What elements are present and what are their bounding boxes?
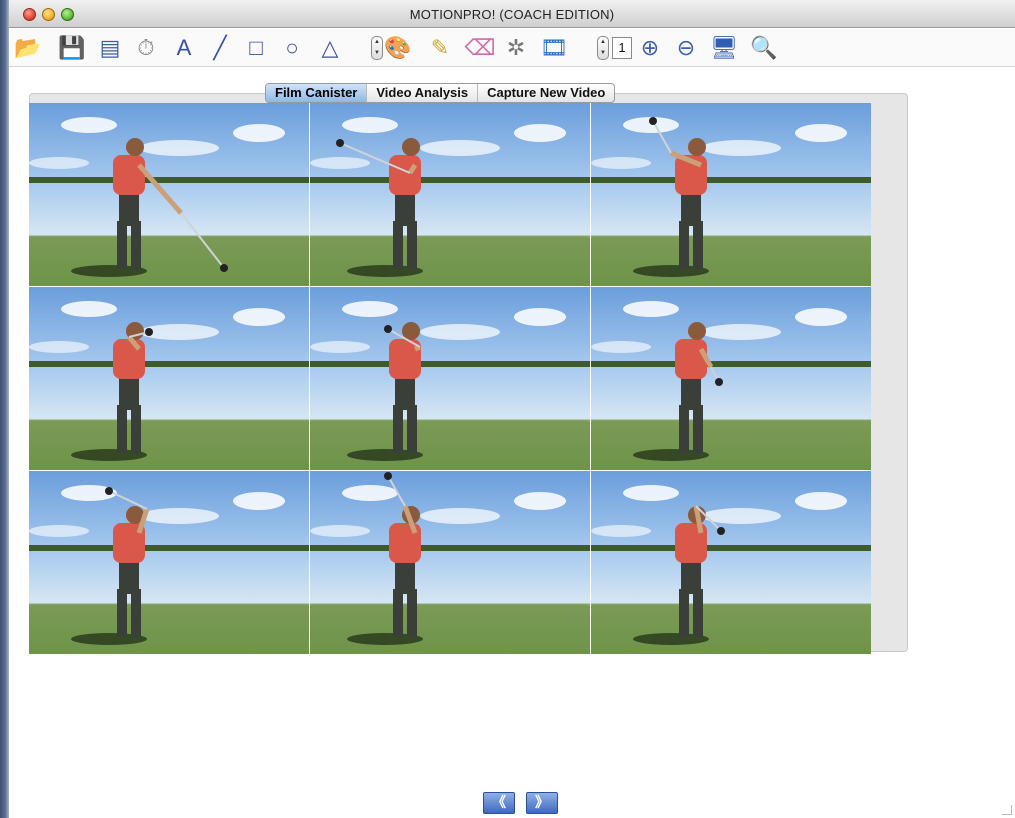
frame-stepper[interactable]: ▲ ▼ xyxy=(597,36,609,60)
window-title: MOTIONPRO! (COACH EDITION) xyxy=(409,7,615,22)
frame-number-field[interactable]: 1 xyxy=(612,37,632,59)
text-tool-icon[interactable]: A xyxy=(169,33,199,63)
view-tabs: Film Canister Video Analysis Capture New V… xyxy=(265,83,616,103)
golfer-finish-image xyxy=(591,485,871,645)
stopwatch-icon[interactable]: ⏱ xyxy=(131,33,161,63)
app-window: MOTIONPRO! (COACH EDITION) ▲ ▼ ▲ ▼ 1 📂 💾 ▤ ⏱ A… xyxy=(0,0,1015,818)
filmstrip-icon[interactable]: 🎞 xyxy=(539,33,569,63)
reel-icon[interactable]: ✲ xyxy=(501,33,531,63)
resize-grip[interactable] xyxy=(1002,805,1012,815)
shape-stepper[interactable]: ▲ ▼ xyxy=(371,36,383,60)
frame-thumbnail-3[interactable] xyxy=(591,103,871,286)
open-folder-icon[interactable]: 📂 xyxy=(13,33,43,63)
save-icon[interactable]: 💾 xyxy=(57,33,87,63)
frame-thumbnail-9[interactable] xyxy=(591,471,871,654)
frame-thumbnail-2[interactable] xyxy=(310,103,590,286)
filmstrip-panel-icon[interactable]: ▤ xyxy=(95,33,125,63)
rectangle-tool-icon[interactable]: □ xyxy=(241,33,271,63)
frame-thumbnail-7[interactable] xyxy=(29,471,309,654)
angle-tool-icon[interactable]: △ xyxy=(315,33,345,63)
zoom-in-icon[interactable]: ⊕ xyxy=(635,33,665,63)
golfer-address-image xyxy=(29,117,309,277)
tab-video-analysis[interactable]: Video Analysis xyxy=(367,84,479,102)
frame-thumbnail-6[interactable] xyxy=(591,287,871,470)
eraser-icon[interactable]: ⌫ xyxy=(464,33,495,63)
toolbar: ▲ ▼ ▲ ▼ 1 📂 💾 ▤ ⏱ A ╱ □ ○ △ 🎨 ✎ ⌫ ✲ 🎞 ⊕ ⊖ 🖥 🔍 xyxy=(9,29,1015,67)
tab-capture-new-video[interactable]: Capture New Video xyxy=(478,84,614,102)
golfer-takeaway-image xyxy=(310,117,590,277)
pencil-icon[interactable]: ✎ xyxy=(425,33,455,63)
golfer-follow-through-image xyxy=(310,472,590,645)
search-icon[interactable]: 🔍 xyxy=(749,33,779,63)
line-tool-icon[interactable]: ╱ xyxy=(205,33,235,63)
golfer-top-image xyxy=(29,301,309,461)
zoom-out-icon[interactable]: ⊖ xyxy=(671,33,701,63)
frame-thumbnail-4[interactable] xyxy=(29,287,309,470)
title-bar: MOTIONPRO! (COACH EDITION) xyxy=(9,0,1015,28)
next-page-button[interactable]: 》 xyxy=(526,792,558,814)
color-palette-icon[interactable]: 🎨 xyxy=(383,33,413,63)
frame-grid xyxy=(29,103,871,654)
tab-film-canister[interactable]: Film Canister xyxy=(266,84,368,102)
frame-thumbnail-1[interactable] xyxy=(29,103,309,286)
golfer-downswing-image xyxy=(310,301,590,461)
previous-page-button[interactable]: 《 xyxy=(483,792,515,814)
desktop-edge xyxy=(0,0,9,818)
frame-thumbnail-5[interactable] xyxy=(310,287,590,470)
monitor-icon[interactable]: 🖥 xyxy=(709,33,739,63)
golfer-halfway-back-image xyxy=(591,117,871,277)
frame-thumbnail-8[interactable] xyxy=(310,471,590,654)
golfer-impact-image xyxy=(591,301,871,461)
circle-tool-icon[interactable]: ○ xyxy=(277,33,307,63)
golfer-release-image xyxy=(29,485,309,645)
